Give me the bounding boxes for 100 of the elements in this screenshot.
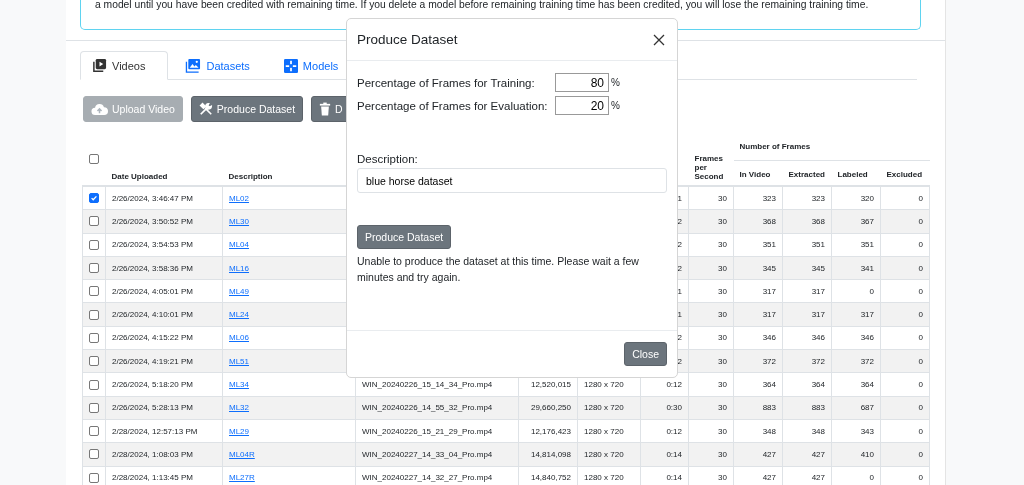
number-field[interactable]: 80	[555, 73, 609, 92]
video-link[interactable]: ML32	[229, 403, 249, 413]
video-link[interactable]: ML02	[229, 193, 249, 203]
column-group-header: Number of Frames	[739, 142, 811, 151]
frame-count-cell: 345	[762, 263, 776, 273]
frame-count-cell: 0	[918, 403, 923, 413]
column-header: In Video	[739, 170, 771, 179]
puzzle-icon	[283, 58, 298, 73]
fps-cell: 30	[718, 449, 727, 459]
produce-dataset-button[interactable]: Produce Dataset	[357, 225, 452, 249]
date-cell: 2/26/2024, 3:58:36 PM	[112, 263, 193, 273]
checkbox[interactable]	[89, 239, 99, 250]
video-link[interactable]: ML27R	[229, 473, 255, 483]
frame-count-cell: 0	[918, 333, 923, 343]
video-icon	[92, 58, 107, 73]
checkbox[interactable]	[89, 193, 99, 204]
video-link[interactable]: ML34	[229, 380, 249, 389]
frame-count-cell: 427	[762, 473, 776, 483]
date-cell: 2/26/2024, 5:28:13 PM	[112, 403, 193, 413]
fps-cell: 30	[718, 310, 727, 320]
file-size-cell: 14,814,098	[530, 449, 571, 459]
video-link[interactable]: ML16	[229, 263, 249, 273]
dialog-title: Produce Dataset	[357, 32, 458, 47]
frame-count-cell: 0	[918, 240, 923, 250]
checkbox[interactable]	[89, 216, 99, 227]
date-cell: 2/26/2024, 4:15:22 PM	[112, 333, 193, 343]
frame-count-cell: 341	[860, 263, 874, 273]
date-cell: 2/26/2024, 5:18:20 PM	[112, 380, 193, 389]
duration-cell: 0:30	[666, 403, 682, 413]
frame-count-cell: 346	[860, 333, 874, 343]
tab[interactable]: Datasets	[168, 51, 267, 80]
tab[interactable]: Videos	[80, 51, 169, 80]
duration-cell: 1	[677, 193, 682, 203]
frame-count-cell: 0	[918, 426, 923, 436]
duration-cell: 1	[677, 286, 682, 296]
number-field[interactable]: 20	[555, 96, 609, 115]
date-cell: 2/26/2024, 4:19:21 PM	[112, 356, 193, 366]
resolution-cell: 1280 x 720	[584, 449, 624, 459]
frame-count-cell: 320	[860, 193, 874, 203]
fps-cell: 30	[718, 240, 727, 250]
frame-count-cell: 368	[762, 216, 776, 226]
fps-cell: 30	[718, 380, 727, 389]
checkbox[interactable]	[89, 402, 99, 413]
video-link[interactable]: ML51	[229, 356, 249, 366]
duration-cell: 0:12	[666, 426, 682, 436]
close-button[interactable]: Close	[624, 342, 667, 366]
file-name-cell: WIN_20240227_14_32_27_Pro.mp4	[362, 473, 493, 483]
checkbox[interactable]	[89, 426, 99, 437]
fps-cell: 30	[718, 426, 727, 436]
frame-count-cell: 0	[918, 216, 923, 226]
frame-count-cell: 368	[811, 216, 825, 226]
unit-label: %	[611, 77, 620, 88]
fps-cell: 30	[718, 333, 727, 343]
frame-count-cell: 0	[918, 193, 923, 203]
field-label: Description:	[357, 153, 419, 165]
column-header: Date Uploaded	[111, 172, 168, 181]
checkbox[interactable]	[89, 379, 99, 390]
description-field[interactable]: blue horse dataset	[357, 168, 667, 193]
tab[interactable]: Models	[266, 51, 356, 80]
frame-count-cell: 348	[811, 426, 825, 436]
resolution-cell: 1280 x 720	[584, 380, 624, 389]
video-link[interactable]: ML49	[229, 286, 249, 296]
checkbox[interactable]	[88, 153, 99, 164]
checkbox[interactable]	[89, 449, 99, 460]
duration-cell: 0:14	[666, 473, 682, 483]
video-link[interactable]: ML29	[229, 426, 249, 436]
column-header: Excluded	[886, 170, 923, 179]
frame-count-cell: 372	[762, 356, 776, 366]
video-link[interactable]: ML04R	[229, 449, 255, 459]
video-link[interactable]: ML04	[229, 240, 249, 250]
resolution-cell: 1280 x 720	[584, 403, 624, 413]
frame-count-cell: 317	[811, 286, 825, 296]
file-name-cell: WIN_20240227_14_33_04_Pro.mp4	[362, 449, 493, 459]
frame-count-cell: 0	[869, 286, 874, 296]
file-size-cell: 12,520,015	[530, 380, 571, 389]
frame-count-cell: 0	[918, 380, 923, 389]
checkbox[interactable]	[89, 356, 99, 367]
video-link[interactable]: ML30	[229, 216, 249, 226]
checkbox[interactable]	[89, 332, 99, 343]
frame-count-cell: 346	[762, 333, 776, 343]
tools-icon	[198, 102, 213, 116]
video-link[interactable]: ML24	[229, 310, 249, 320]
file-size-cell: 29,660,250	[530, 403, 571, 413]
video-link[interactable]: ML06	[229, 333, 249, 343]
frame-count-cell: 323	[762, 193, 776, 203]
file-name-cell: WIN_20240226_15_14_34_Pro.mp4	[362, 380, 493, 389]
date-cell: 2/28/2024, 1:13:45 PM	[112, 473, 193, 483]
frame-count-cell: 317	[762, 286, 776, 296]
frame-count-cell: 317	[762, 310, 776, 320]
checkbox[interactable]	[89, 263, 99, 274]
checkbox[interactable]	[89, 286, 99, 297]
resolution-cell: 1280 x 720	[584, 426, 624, 436]
frame-count-cell: 0	[918, 310, 923, 320]
checkbox[interactable]	[89, 472, 99, 483]
checkbox[interactable]	[89, 309, 99, 320]
date-cell: 2/26/2024, 4:10:01 PM	[112, 310, 193, 320]
frame-count-cell: 0	[918, 473, 923, 483]
frame-count-cell: 343	[860, 426, 874, 436]
frame-count-cell: 372	[811, 356, 825, 366]
toolbar-button[interactable]: Produce Dataset	[190, 96, 304, 122]
